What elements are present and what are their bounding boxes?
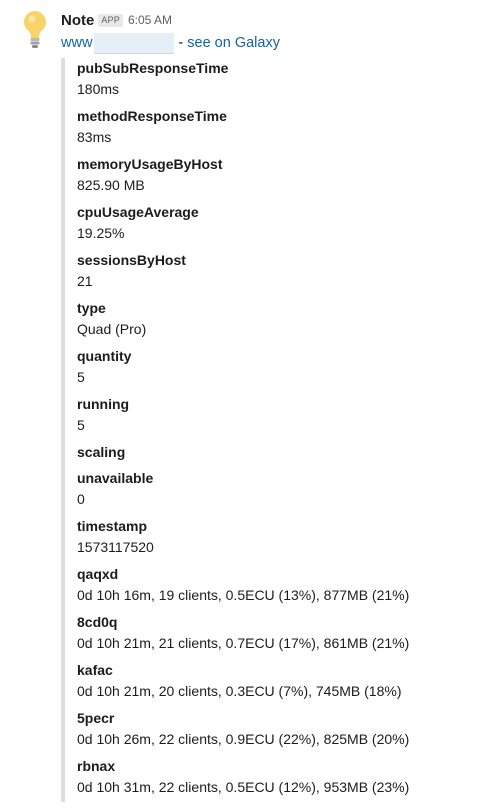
field-title: rbnax xyxy=(77,758,116,774)
sender-name[interactable]: Note xyxy=(61,12,94,29)
field-title: running xyxy=(77,396,130,412)
galaxy-link[interactable]: see on Galaxy xyxy=(187,35,280,51)
field-title: unavailable xyxy=(77,470,154,486)
field-title: cpuUsageAverage xyxy=(77,204,199,220)
field-title: memoryUsageByHost xyxy=(77,156,223,172)
field-value: 1573117520 xyxy=(77,539,154,555)
field-title: pubSubResponseTime xyxy=(77,60,229,76)
field-title: timestamp xyxy=(77,518,148,534)
field-title: 5pecr xyxy=(77,710,115,726)
field-value: 825.90 MB xyxy=(77,177,145,193)
field-title: 8cd0q xyxy=(77,614,118,630)
field-value: 5 xyxy=(77,369,85,385)
app-badge: APP xyxy=(98,13,123,27)
field-title: quantity xyxy=(77,348,132,364)
message-header: Note APP 6:05 AM xyxy=(61,10,172,30)
field-title: sessionsByHost xyxy=(77,252,186,268)
field-title: kafac xyxy=(77,662,113,678)
host-link[interactable]: www xyxy=(61,35,92,51)
field-title: type xyxy=(77,300,106,316)
field: unavailable 0 xyxy=(77,468,467,510)
field-title: scaling xyxy=(77,444,126,460)
field: scaling xyxy=(77,442,467,462)
field: kafac 0d 10h 21m, 20 clients, 0.3ECU (7%… xyxy=(77,660,467,702)
message: Note APP 6:05 AM www - see on Galaxy pub… xyxy=(0,0,477,810)
field-value: 0d 10h 26m, 22 clients, 0.9ECU (22%), 82… xyxy=(77,731,410,747)
field-title: qaqxd xyxy=(77,566,119,582)
attachment-fields: pubSubResponseTime 180ms methodResponseT… xyxy=(77,58,467,804)
field: rbnax 0d 10h 31m, 22 clients, 0.5ECU (12… xyxy=(77,756,467,798)
field-value: 0d 10h 21m, 20 clients, 0.3ECU (7%), 745… xyxy=(77,683,402,699)
message-timestamp[interactable]: 6:05 AM xyxy=(128,13,172,27)
link-separator: - xyxy=(178,35,184,51)
field-value: 5 xyxy=(77,417,85,433)
field-value: 0d 10h 31m, 22 clients, 0.5ECU (12%), 95… xyxy=(77,779,410,795)
attachment: pubSubResponseTime 180ms methodResponseT… xyxy=(61,58,465,802)
field: qaqxd 0d 10h 16m, 19 clients, 0.5ECU (13… xyxy=(77,564,467,606)
field: memoryUsageByHost 825.90 MB xyxy=(77,154,467,196)
field: 5pecr 0d 10h 26m, 22 clients, 0.9ECU (22… xyxy=(77,708,467,750)
field: timestamp 1573117520 xyxy=(77,516,467,558)
field: type Quad (Pro) xyxy=(77,298,467,340)
field: 8cd0q 0d 10h 21m, 21 clients, 0.7ECU (17… xyxy=(77,612,467,654)
lightbulb-icon[interactable] xyxy=(22,10,48,50)
field: methodResponseTime 83ms xyxy=(77,106,467,148)
field-value: 0d 10h 21m, 21 clients, 0.7ECU (17%), 86… xyxy=(77,635,410,651)
field-value: 0d 10h 16m, 19 clients, 0.5ECU (13%), 87… xyxy=(77,587,410,603)
link-line: www - see on Galaxy xyxy=(61,32,280,54)
field: cpuUsageAverage 19.25% xyxy=(77,202,467,244)
field-value: 83ms xyxy=(77,129,112,145)
field-value: 19.25% xyxy=(77,225,125,241)
field-value: 0 xyxy=(77,491,85,507)
field-value: 21 xyxy=(77,273,93,289)
field-value: Quad (Pro) xyxy=(77,321,147,337)
field: pubSubResponseTime 180ms xyxy=(77,58,467,100)
field: quantity 5 xyxy=(77,346,467,388)
field-title: methodResponseTime xyxy=(77,108,227,124)
field: sessionsByHost 21 xyxy=(77,250,467,292)
redacted-block xyxy=(94,32,175,54)
field-value: 180ms xyxy=(77,81,120,97)
field: running 5 xyxy=(77,394,467,436)
